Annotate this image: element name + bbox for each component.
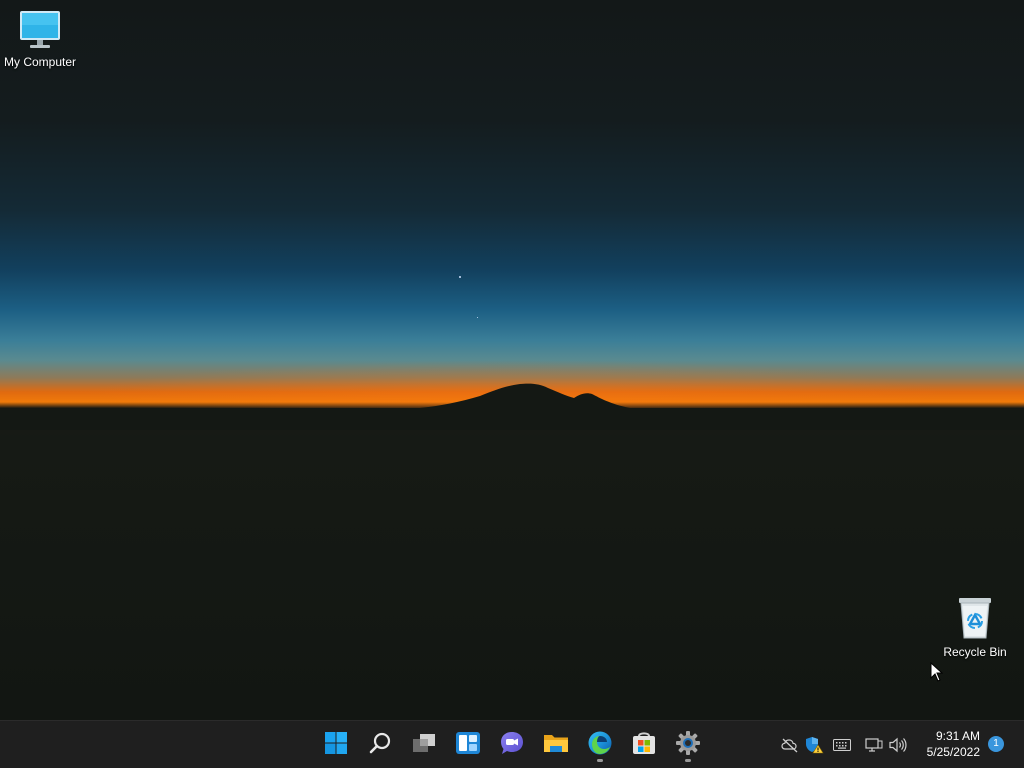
chat-button[interactable] <box>494 727 530 763</box>
file-explorer-button[interactable] <box>538 727 574 763</box>
edge-button[interactable] <box>582 727 618 763</box>
search-button[interactable] <box>362 727 398 763</box>
search-icon <box>368 731 392 760</box>
running-indicator <box>685 759 691 762</box>
edge-icon <box>587 730 613 761</box>
widgets-button[interactable] <box>450 727 486 763</box>
desktop-icon-my-computer[interactable]: My Computer <box>0 8 80 69</box>
monitor-icon <box>0 8 80 53</box>
keyboard-icon[interactable] <box>832 735 852 755</box>
chat-icon <box>499 730 525 761</box>
start-button[interactable] <box>318 727 354 763</box>
windows-logo-icon <box>324 731 348 760</box>
star <box>459 276 461 278</box>
running-indicator <box>597 759 603 762</box>
security-warning-icon[interactable] <box>804 735 824 755</box>
clock-date: 5/25/2022 <box>926 745 980 759</box>
task-view-icon <box>411 731 437 760</box>
recycle-bin-icon <box>935 596 1015 643</box>
settings-button[interactable] <box>670 727 706 763</box>
star <box>477 317 478 318</box>
desktop-icon-recycle-bin[interactable]: Recycle Bin <box>935 596 1015 659</box>
network-icon[interactable] <box>864 735 884 755</box>
desktop-icon-label: Recycle Bin <box>943 645 1007 659</box>
store-button[interactable] <box>626 727 662 763</box>
taskbar-clock[interactable]: 9:31 AM 5/25/2022 <box>916 728 980 760</box>
volume-icon[interactable] <box>888 735 908 755</box>
notification-badge[interactable]: 1 <box>988 736 1004 752</box>
store-icon <box>631 730 657 761</box>
mountain-silhouette <box>0 383 1024 430</box>
widgets-icon <box>455 731 481 760</box>
task-view-button[interactable] <box>406 727 442 763</box>
desktop-icon-label: My Computer <box>3 55 77 69</box>
taskbar <box>0 720 1024 768</box>
gear-icon <box>675 730 701 761</box>
mouse-cursor-icon <box>930 662 944 682</box>
folder-icon <box>542 731 570 760</box>
clock-time: 9:31 AM <box>935 729 980 743</box>
onedrive-offline-icon[interactable] <box>780 735 800 755</box>
